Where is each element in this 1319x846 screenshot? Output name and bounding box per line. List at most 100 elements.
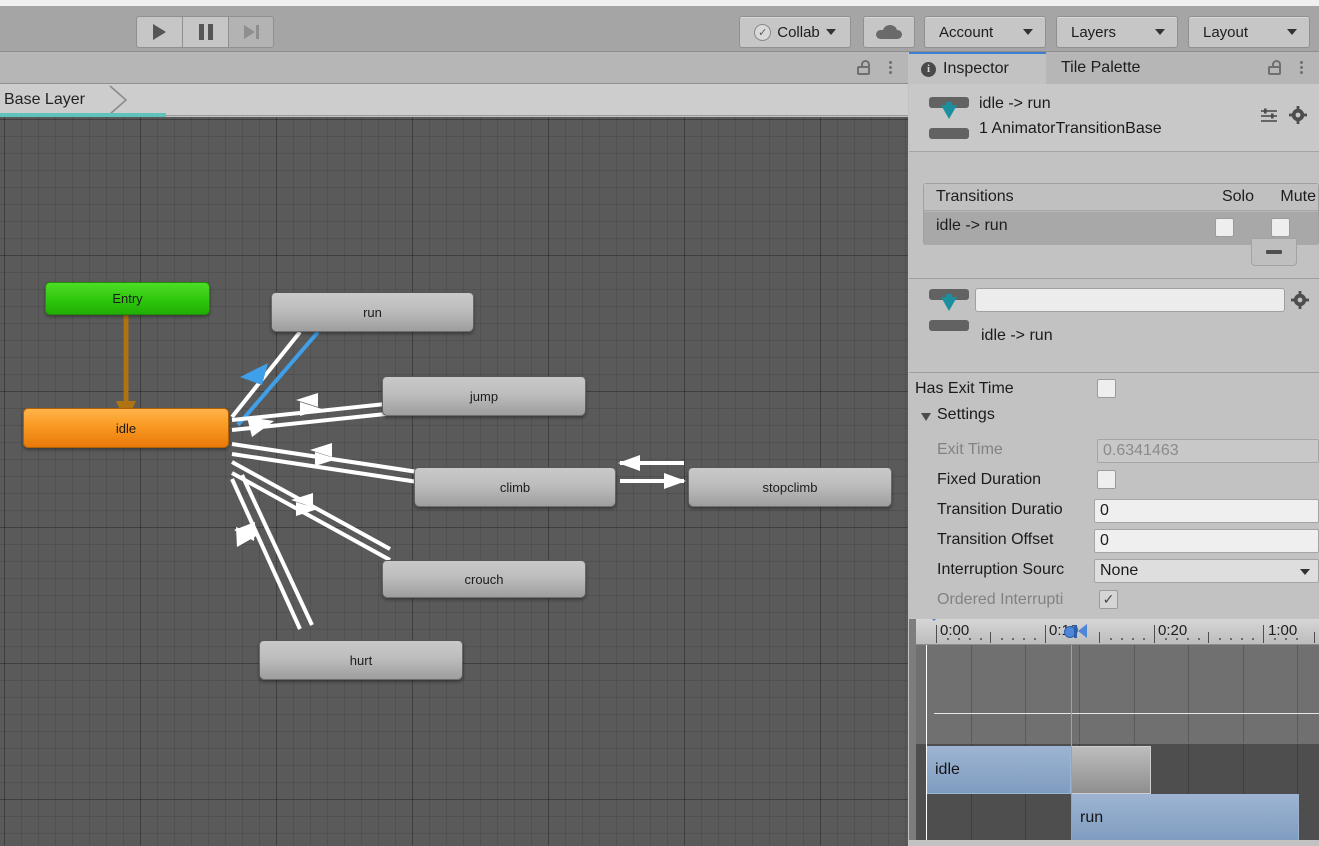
- tab-inspector[interactable]: i Inspector: [909, 52, 1046, 84]
- play-button[interactable]: [136, 16, 182, 48]
- transition-properties: Has Exit Time Settings Exit Time 0.63414…: [909, 374, 1319, 618]
- playhead-handle[interactable]: [923, 619, 945, 640]
- timeline-curve-area: [916, 645, 1319, 743]
- transition-offset-input[interactable]: 0: [1094, 529, 1319, 553]
- remove-transition-button[interactable]: [1251, 238, 1297, 266]
- ruler-label: 0:20: [1158, 622, 1188, 639]
- kebab-menu-icon[interactable]: [1300, 61, 1303, 74]
- exit-time-input[interactable]: 0.6341463: [1097, 439, 1319, 463]
- state-node-crouch[interactable]: crouch: [382, 560, 586, 598]
- playback-controls: [136, 16, 274, 48]
- property-fixed-duration: Fixed Duration: [909, 469, 1319, 495]
- cloud-icon: [876, 25, 902, 39]
- property-label: Settings: [937, 406, 995, 423]
- ruler-label: 1:00: [1268, 622, 1298, 639]
- main-toolbar: ✓ Collab Account Layers Layout: [0, 0, 1319, 52]
- check-circle-icon: ✓: [754, 23, 772, 41]
- cloud-services-button[interactable]: [863, 16, 915, 48]
- collab-button[interactable]: ✓ Collab: [739, 16, 851, 48]
- layout-button[interactable]: Layout: [1188, 16, 1310, 48]
- play-icon: [153, 24, 166, 40]
- state-node-label: hurt: [349, 652, 373, 668]
- chevron-down-icon: [1023, 29, 1033, 35]
- step-forward-icon: [243, 25, 259, 39]
- chevron-down-icon: [825, 29, 836, 35]
- property-exit-time: Exit Time 0.6341463: [909, 439, 1319, 465]
- transitions-list-header: Transitions Solo Mute: [924, 184, 1318, 211]
- animator-graph-canvas[interactable]: Entry run idle jump climb stopclimb crou…: [0, 117, 908, 846]
- solo-column-header: Solo: [1221, 188, 1254, 205]
- step-button[interactable]: [228, 16, 274, 48]
- info-icon: i: [921, 61, 936, 77]
- layers-label: Layers: [1071, 23, 1117, 41]
- state-node-label: Entry: [112, 291, 143, 306]
- mute-column-header: Mute: [1280, 188, 1316, 205]
- clip-idle-tail[interactable]: [1071, 746, 1151, 794]
- layers-button[interactable]: Layers: [1056, 16, 1178, 48]
- property-label: Fixed Duration: [937, 471, 1042, 488]
- preview-marker-line[interactable]: [1071, 645, 1072, 846]
- layout-label: Layout: [1203, 23, 1249, 41]
- solo-checkbox[interactable]: [1215, 218, 1234, 237]
- has-exit-time-checkbox[interactable]: [1097, 379, 1116, 398]
- preset-icon[interactable]: [1261, 107, 1277, 123]
- breadcrumb-bar: Base Layer Auto Live Link: [0, 84, 908, 146]
- state-node-idle[interactable]: idle: [23, 408, 229, 448]
- state-node-run[interactable]: run: [271, 292, 474, 332]
- gear-icon[interactable]: [1291, 291, 1309, 309]
- account-label: Account: [939, 23, 994, 41]
- fixed-duration-checkbox[interactable]: [1097, 470, 1116, 489]
- tab-tile-palette-label: Tile Palette: [1061, 59, 1141, 76]
- property-settings-foldout[interactable]: Settings: [909, 406, 1319, 434]
- clip-idle[interactable]: idle: [926, 746, 1071, 794]
- lock-icon[interactable]: [857, 60, 870, 75]
- state-node-entry[interactable]: Entry: [45, 282, 210, 315]
- timeline-ruler[interactable]: 0:00 0:10 0:20 1:00: [916, 619, 1319, 645]
- clip-label: idle: [935, 761, 960, 778]
- lock-icon[interactable]: [1268, 60, 1281, 75]
- interruption-source-value: None: [1100, 562, 1139, 579]
- mute-checkbox[interactable]: [1271, 218, 1290, 237]
- account-button[interactable]: Account: [924, 16, 1046, 48]
- inspector-tabbar: i Inspector Tile Palette: [909, 52, 1319, 84]
- state-node-hurt[interactable]: hurt: [259, 640, 463, 680]
- property-label: Interruption Sourc: [937, 561, 1065, 578]
- transitions-list: Transitions Solo Mute idle -> run: [923, 183, 1319, 245]
- chevron-down-icon: [1300, 569, 1310, 575]
- pause-button[interactable]: [182, 16, 228, 48]
- clip-run[interactable]: run: [1071, 794, 1299, 842]
- tab-inspector-label: Inspector: [943, 60, 1009, 77]
- state-node-label: jump: [469, 388, 499, 404]
- state-node-label: stopclimb: [762, 479, 818, 495]
- prev-frame-icon[interactable]: [1074, 624, 1087, 638]
- transition-duration-input[interactable]: 0: [1094, 499, 1319, 523]
- state-node-label: climb: [499, 479, 531, 495]
- kebab-menu-icon[interactable]: [889, 61, 892, 74]
- clip-label: run: [1080, 809, 1104, 826]
- state-node-climb[interactable]: climb: [414, 467, 616, 507]
- interruption-source-dropdown[interactable]: None: [1094, 559, 1319, 583]
- transitions-header-label: Transitions: [936, 188, 1014, 205]
- transition-name-input[interactable]: [975, 288, 1285, 312]
- chevron-down-icon: [1155, 29, 1165, 35]
- breadcrumb-base-layer[interactable]: Base Layer: [0, 84, 85, 116]
- transition-row-label: idle -> run: [936, 217, 1008, 234]
- property-ordered-interruption: Ordered Interrupti: [909, 589, 1319, 615]
- transition-caption: idle -> run: [981, 327, 1053, 344]
- property-has-exit-time: Has Exit Time: [909, 378, 1319, 404]
- window-top-strip: [0, 0, 1319, 6]
- property-transition-duration: Transition Duratio 0: [909, 499, 1319, 525]
- timeline-body[interactable]: idle run: [916, 645, 1319, 846]
- state-node-stopclimb[interactable]: stopclimb: [688, 467, 892, 507]
- property-label: Has Exit Time: [915, 380, 1014, 397]
- animator-panel: Base Layer Auto Live Link: [0, 52, 908, 846]
- inspector-title: idle -> run: [979, 95, 1051, 112]
- state-node-jump[interactable]: jump: [382, 376, 586, 416]
- ordered-interruption-checkbox[interactable]: [1099, 590, 1118, 609]
- property-transition-offset: Transition Offset 0: [909, 529, 1319, 555]
- playhead-line[interactable]: [926, 645, 927, 846]
- animator-tabbar: [0, 52, 908, 84]
- gear-icon[interactable]: [1289, 106, 1307, 124]
- inspector-object-header: idle -> run 1 AnimatorTransitionBase: [909, 84, 1319, 152]
- tab-tile-palette[interactable]: Tile Palette: [1049, 52, 1152, 84]
